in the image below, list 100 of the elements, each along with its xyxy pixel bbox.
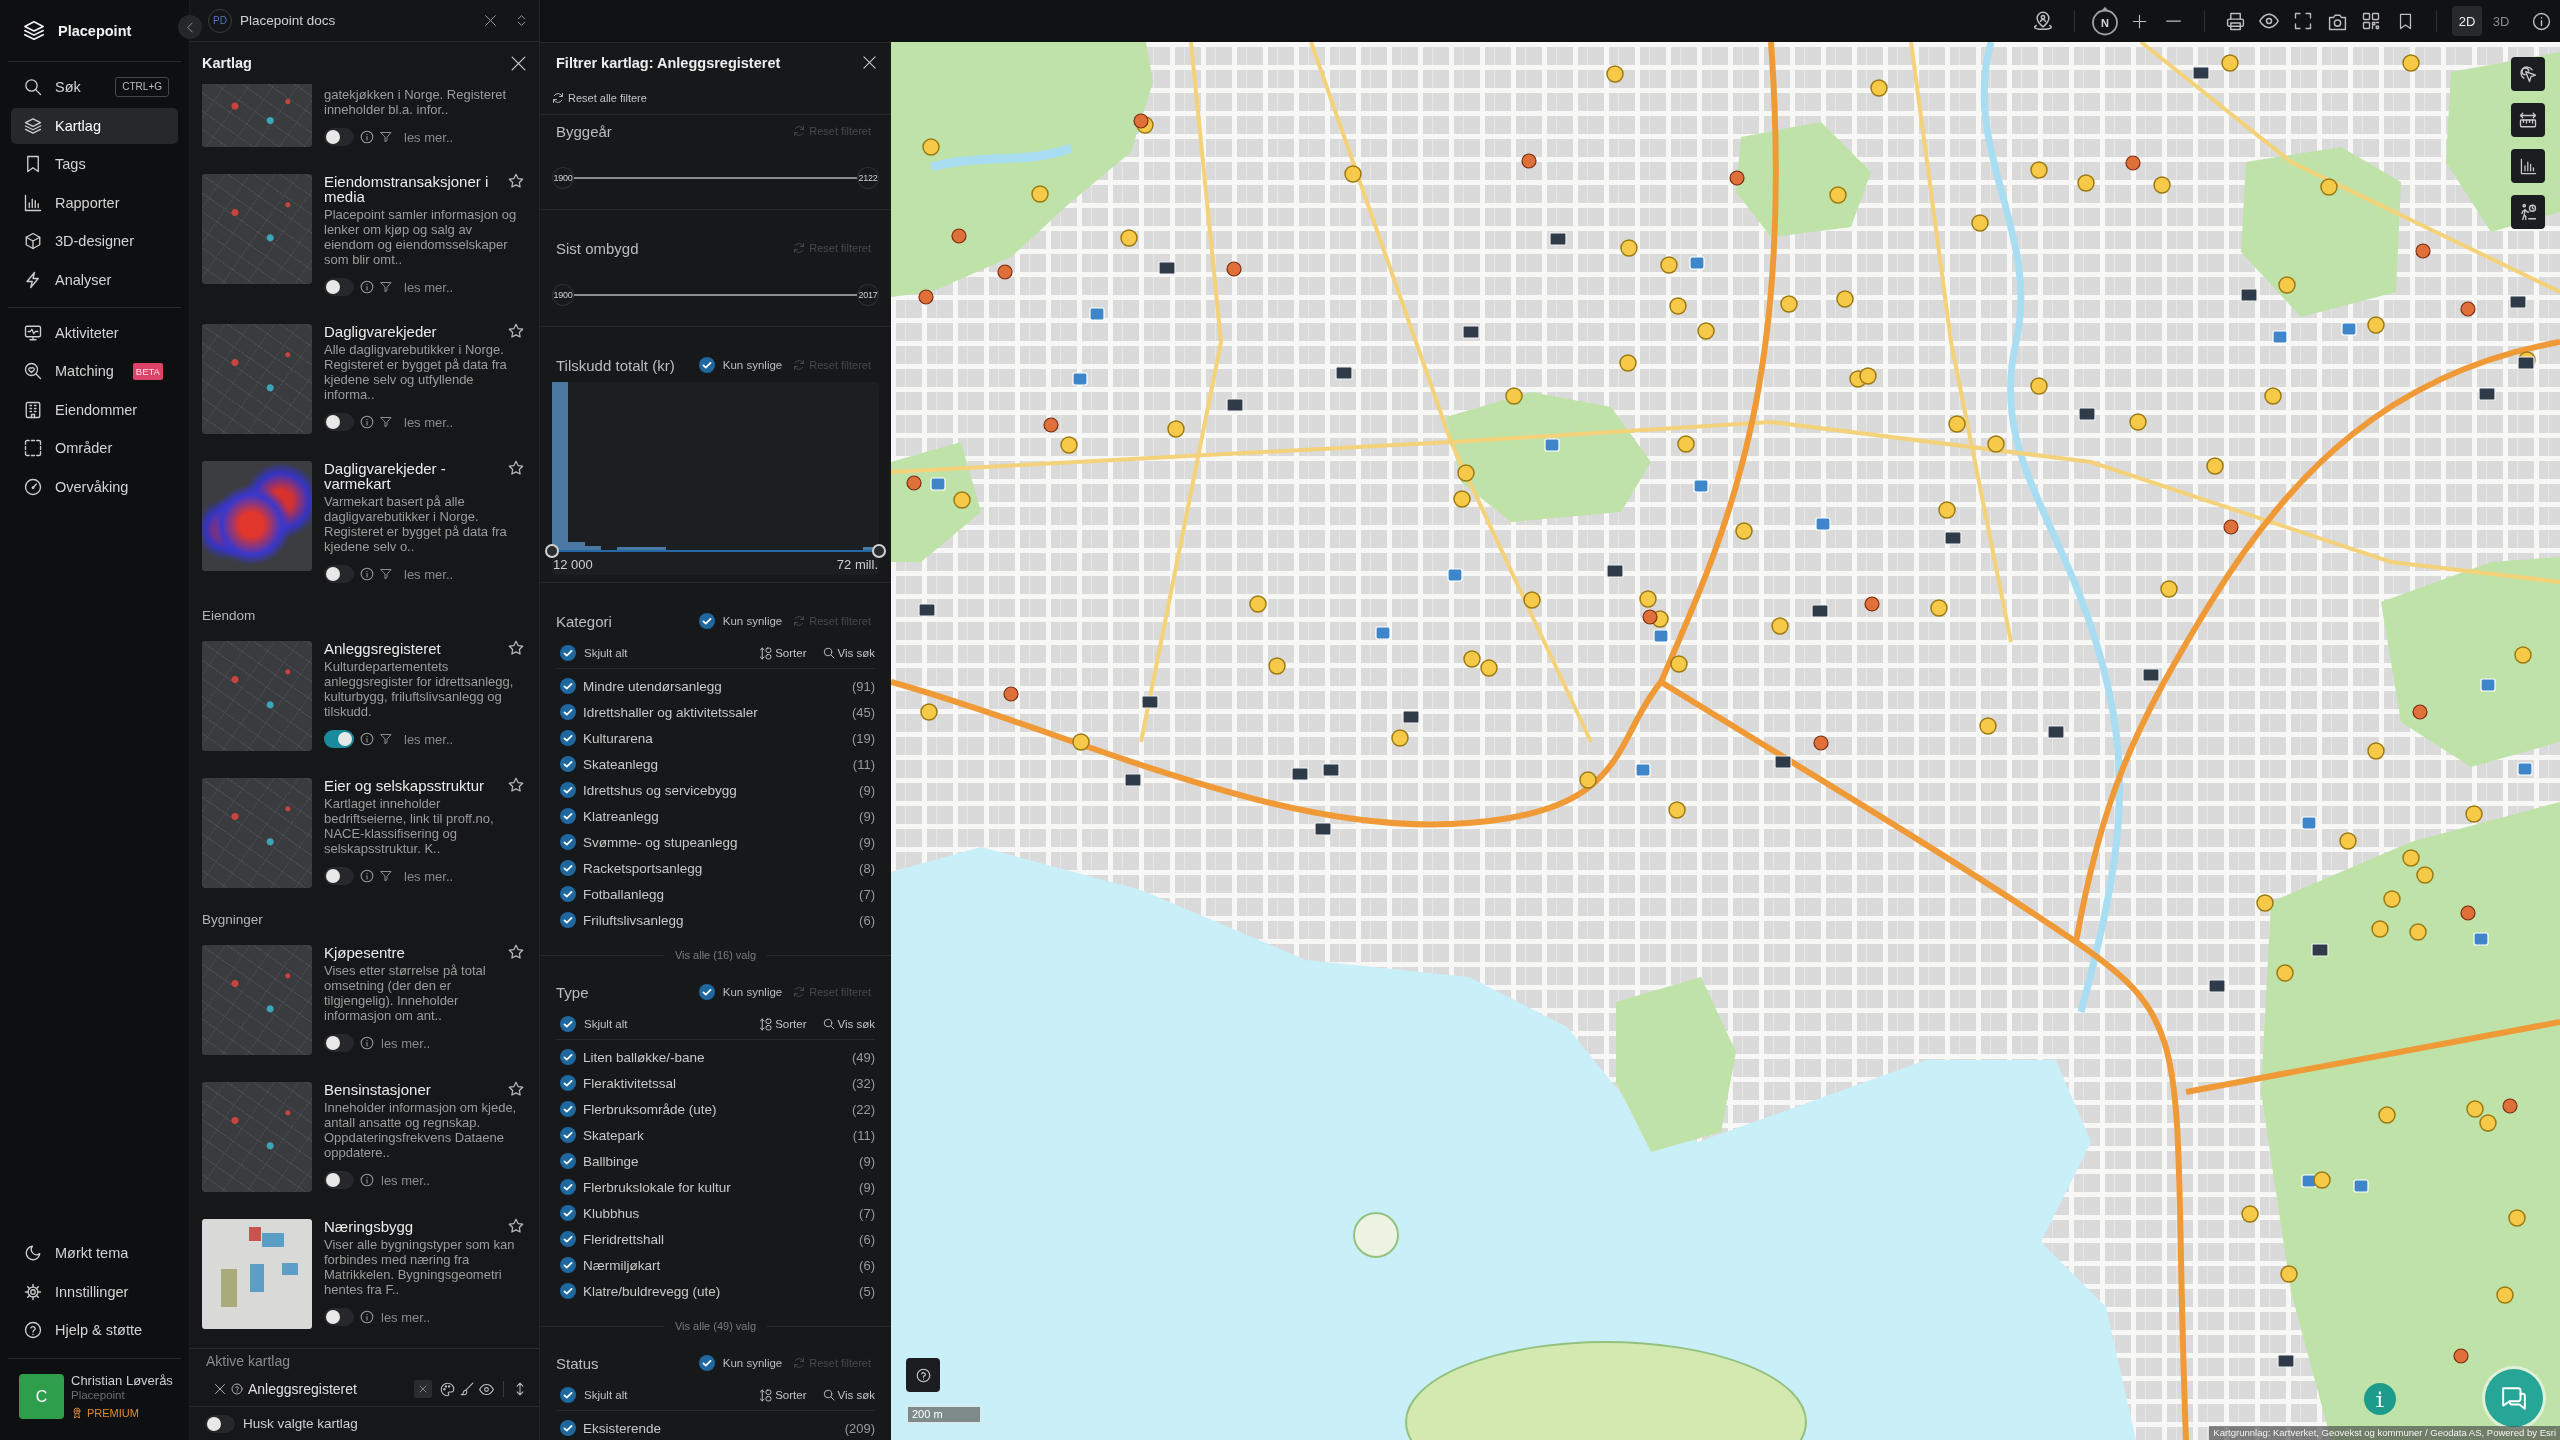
checkbox[interactable] <box>560 1153 576 1169</box>
checkbox[interactable] <box>698 613 715 629</box>
toggle-switch[interactable] <box>324 565 354 583</box>
chart-button[interactable] <box>2511 149 2545 183</box>
star-icon[interactable] <box>508 323 524 339</box>
info-icon[interactable] <box>2531 11 2551 31</box>
toggle-switch[interactable] <box>324 1034 354 1052</box>
star-icon[interactable] <box>508 640 524 656</box>
checkbox[interactable] <box>560 756 576 772</box>
checkbox[interactable] <box>560 782 576 798</box>
star-icon[interactable] <box>508 777 524 793</box>
slider-thumb[interactable]: 1900 <box>552 284 574 306</box>
show-all-button[interactable]: Vis alle (49) valg <box>664 1320 767 1332</box>
read-more-link[interactable]: les mer.. <box>404 129 454 145</box>
info-icon[interactable] <box>360 567 374 581</box>
slider-thumb[interactable]: 1900 <box>552 167 574 189</box>
slider-thumb[interactable]: 2017 <box>857 284 879 306</box>
checkbox[interactable] <box>560 1257 576 1273</box>
toggle-switch[interactable] <box>324 1308 354 1326</box>
zoom-in-icon[interactable] <box>2131 13 2147 29</box>
read-more-link[interactable]: les mer.. <box>381 1035 431 1051</box>
slider-thumb[interactable]: 2122 <box>857 167 879 189</box>
checkbox[interactable] <box>698 984 715 1000</box>
nav-item[interactable]: Kartlag <box>11 107 178 144</box>
checkbox[interactable] <box>560 645 576 661</box>
user-location-icon[interactable] <box>2033 11 2053 31</box>
nav-item[interactable]: Analyser <box>11 261 178 298</box>
checkbox[interactable] <box>560 730 576 746</box>
star-icon[interactable] <box>508 173 524 189</box>
nav-item[interactable]: Områder <box>11 430 178 466</box>
fullscreen-icon[interactable] <box>2294 12 2312 30</box>
filter-icon[interactable] <box>380 416 392 428</box>
checkbox[interactable] <box>560 1075 576 1091</box>
sort-button[interactable]: Sorter <box>759 1017 807 1031</box>
question-icon[interactable] <box>231 1383 243 1395</box>
checkbox[interactable] <box>560 1127 576 1143</box>
chevron-up-down-icon[interactable] <box>515 14 528 27</box>
range-slider-track[interactable]: 1900 2122 <box>552 167 879 189</box>
checkbox[interactable] <box>560 678 576 694</box>
filter-icon[interactable] <box>380 733 392 745</box>
star-icon[interactable] <box>508 1081 524 1097</box>
info-icon[interactable] <box>360 1310 374 1324</box>
checkbox[interactable] <box>560 1420 576 1436</box>
star-icon[interactable] <box>508 1218 524 1234</box>
show-all-button[interactable]: Vis alle (16) valg <box>664 949 767 961</box>
filter-icon[interactable] <box>380 568 392 580</box>
info-icon[interactable] <box>360 869 374 883</box>
travel-time-button[interactable] <box>2511 195 2545 229</box>
nav-item[interactable]: Rapporter <box>11 184 178 221</box>
checkbox[interactable] <box>560 808 576 824</box>
clear-button[interactable] <box>414 1380 432 1398</box>
nav-item[interactable]: Mørkt tema <box>11 1235 178 1271</box>
toggle-switch[interactable] <box>324 867 354 885</box>
toggle-switch[interactable] <box>205 1414 235 1433</box>
search-toggle-button[interactable]: Vis søk <box>822 1018 875 1030</box>
info-icon[interactable] <box>360 130 374 144</box>
checkbox[interactable] <box>560 704 576 720</box>
toggle-switch[interactable] <box>324 278 354 296</box>
info-icon[interactable] <box>360 1036 374 1050</box>
grid-icon[interactable] <box>2362 12 2380 30</box>
view-mode-tab[interactable]: 2D <box>2452 6 2482 36</box>
filter-icon[interactable] <box>380 281 392 293</box>
close-icon[interactable] <box>862 55 877 70</box>
range-slider-track[interactable] <box>545 544 886 558</box>
filter-icon[interactable] <box>380 131 392 143</box>
nav-item[interactable]: Hjelp & støtte <box>11 1312 178 1348</box>
checkbox[interactable] <box>560 1387 576 1403</box>
help-button[interactable] <box>906 1358 940 1392</box>
checkbox[interactable] <box>698 357 715 373</box>
read-more-link[interactable]: les mer.. <box>381 1309 431 1325</box>
checkbox[interactable] <box>560 834 576 850</box>
read-more-link[interactable]: les mer.. <box>381 1172 431 1188</box>
checkbox[interactable] <box>560 912 576 928</box>
checkbox[interactable] <box>560 886 576 902</box>
nav-item[interactable]: Eiendommer <box>11 391 178 428</box>
camera-icon[interactable] <box>2327 11 2347 31</box>
eye-icon[interactable] <box>2259 11 2279 31</box>
read-more-link[interactable]: les mer.. <box>404 566 454 582</box>
sort-button[interactable]: Sorter <box>759 646 807 660</box>
slider-thumb[interactable] <box>872 544 886 558</box>
remove-icon[interactable] <box>214 1383 226 1395</box>
toggle-switch[interactable] <box>324 730 354 748</box>
toggle-switch[interactable] <box>324 413 354 431</box>
nav-item[interactable]: Matching BETA <box>11 353 178 389</box>
search-toggle-button[interactable]: Vis søk <box>822 1389 875 1401</box>
toggle-switch[interactable] <box>324 1171 354 1189</box>
palette-icon[interactable] <box>440 1381 455 1397</box>
filter-icon[interactable] <box>380 870 392 882</box>
info-icon[interactable] <box>360 280 374 294</box>
checkbox[interactable] <box>560 1179 576 1195</box>
eye-icon[interactable] <box>479 1381 494 1397</box>
checkbox[interactable] <box>560 860 576 876</box>
nav-item[interactable]: Innstillinger <box>11 1273 178 1310</box>
info-icon[interactable] <box>360 415 374 429</box>
checkbox[interactable] <box>560 1283 576 1299</box>
read-more-link[interactable]: les mer.. <box>404 731 454 747</box>
search-toggle-button[interactable]: Vis søk <box>822 647 875 659</box>
checkbox[interactable] <box>560 1049 576 1065</box>
nav-item[interactable]: 3D-designer <box>11 223 178 259</box>
slider-thumb[interactable] <box>545 544 559 558</box>
